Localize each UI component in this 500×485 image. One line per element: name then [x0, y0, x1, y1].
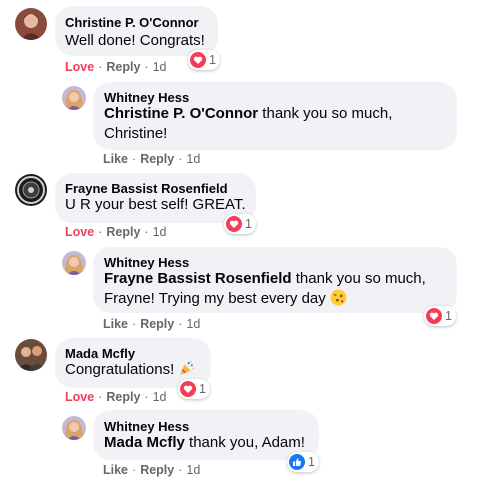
avatar-frayne[interactable]	[15, 174, 47, 206]
comment-author[interactable]: Mada Mcfly	[65, 346, 135, 361]
reaction-badge[interactable]: 1	[224, 214, 256, 234]
comment-actions: Like · Reply · 1d	[103, 463, 201, 477]
reaction-count: 1	[209, 53, 216, 67]
avatar-whitney[interactable]	[62, 251, 86, 275]
comment-author[interactable]: Whitney Hess	[104, 419, 189, 434]
comment-author[interactable]: Whitney Hess	[104, 90, 189, 105]
reply-button[interactable]: Reply	[106, 390, 140, 404]
like-button[interactable]: Like	[103, 463, 128, 477]
reply-bubble: Whitney Hess Mada Mcfly thank you, Adam!	[93, 410, 319, 460]
timestamp[interactable]: 1d	[153, 225, 167, 239]
reply-button[interactable]: Reply	[140, 317, 174, 331]
comment-author[interactable]: Whitney Hess	[104, 255, 189, 270]
reply-button[interactable]: Reply	[140, 152, 174, 166]
timestamp[interactable]: 1d	[186, 463, 200, 477]
mention-link[interactable]: Mada Mcfly	[104, 434, 185, 451]
mention-link[interactable]: Frayne Bassist Rosenfield	[104, 270, 292, 287]
comment-actions: Love · Reply · 1d	[65, 225, 167, 239]
reaction-count: 1	[445, 309, 452, 323]
comment-text: U R your best self! GREAT.	[65, 196, 246, 213]
comment-actions: Like · Reply · 1d	[103, 152, 201, 166]
like-reaction-icon	[289, 454, 305, 470]
reaction-count: 1	[245, 217, 252, 231]
mention-link[interactable]: Christine P. O'Connor	[104, 105, 258, 122]
avatar-christine[interactable]	[15, 8, 47, 40]
timestamp[interactable]: 1d	[186, 317, 200, 331]
comment-text: Mada Mcfly thank you, Adam!	[104, 433, 305, 453]
reaction-badge[interactable]: 1	[287, 452, 319, 472]
timestamp[interactable]: 1d	[186, 152, 200, 166]
comment-author[interactable]: Christine P. O'Connor	[65, 15, 199, 30]
reply-button[interactable]: Reply	[140, 463, 174, 477]
reaction-count: 1	[199, 382, 206, 396]
reply-bubble: Whitney Hess Christine P. O'Connor thank…	[93, 82, 457, 150]
avatar-whitney[interactable]	[62, 416, 86, 440]
comment-author[interactable]: Frayne Bassist Rosenfield	[65, 181, 228, 196]
heart-reaction-icon	[226, 216, 242, 232]
comment-actions: Like · Reply · 1d	[103, 317, 201, 331]
comment-body: thank you, Adam!	[184, 434, 305, 451]
love-button[interactable]: Love	[65, 60, 94, 74]
love-button[interactable]: Love	[65, 390, 94, 404]
reply-button[interactable]: Reply	[106, 60, 140, 74]
heart-reaction-icon	[180, 381, 196, 397]
comment-actions: Love · Reply · 1d	[65, 390, 167, 404]
heart-reaction-icon	[426, 308, 442, 324]
reaction-badge[interactable]: 1	[188, 50, 220, 70]
reaction-badge[interactable]: 1	[178, 379, 210, 399]
comment-bubble: Christine P. O'Connor Well done! Congrat…	[55, 6, 218, 56]
comment-actions: Love · Reply · 1d	[65, 60, 167, 74]
comment-text: Christine P. O'Connor thank you so much,…	[104, 104, 444, 144]
reply-button[interactable]: Reply	[106, 225, 140, 239]
like-button[interactable]: Like	[103, 317, 128, 331]
reaction-badge[interactable]: 1	[424, 306, 456, 326]
reply-bubble: Whitney Hess Frayne Bassist Rosenfield t…	[93, 247, 457, 313]
party-popper-emoji-icon	[180, 361, 195, 375]
avatar-whitney[interactable]	[62, 86, 86, 110]
timestamp[interactable]: 1d	[153, 60, 167, 74]
comment-text: Congratulations!	[65, 360, 195, 380]
timestamp[interactable]: 1d	[153, 390, 167, 404]
heart-reaction-icon	[190, 52, 206, 68]
like-button[interactable]: Like	[103, 152, 128, 166]
blowing-kiss-emoji-icon	[330, 289, 347, 306]
comment-text: Frayne Bassist Rosenfield thank you so m…	[104, 269, 449, 309]
comment-body: Congratulations!	[65, 361, 179, 378]
love-button[interactable]: Love	[65, 225, 94, 239]
reaction-count: 1	[308, 455, 315, 469]
comment-text: Well done! Congrats!	[65, 32, 205, 49]
avatar-mada[interactable]	[15, 339, 47, 371]
